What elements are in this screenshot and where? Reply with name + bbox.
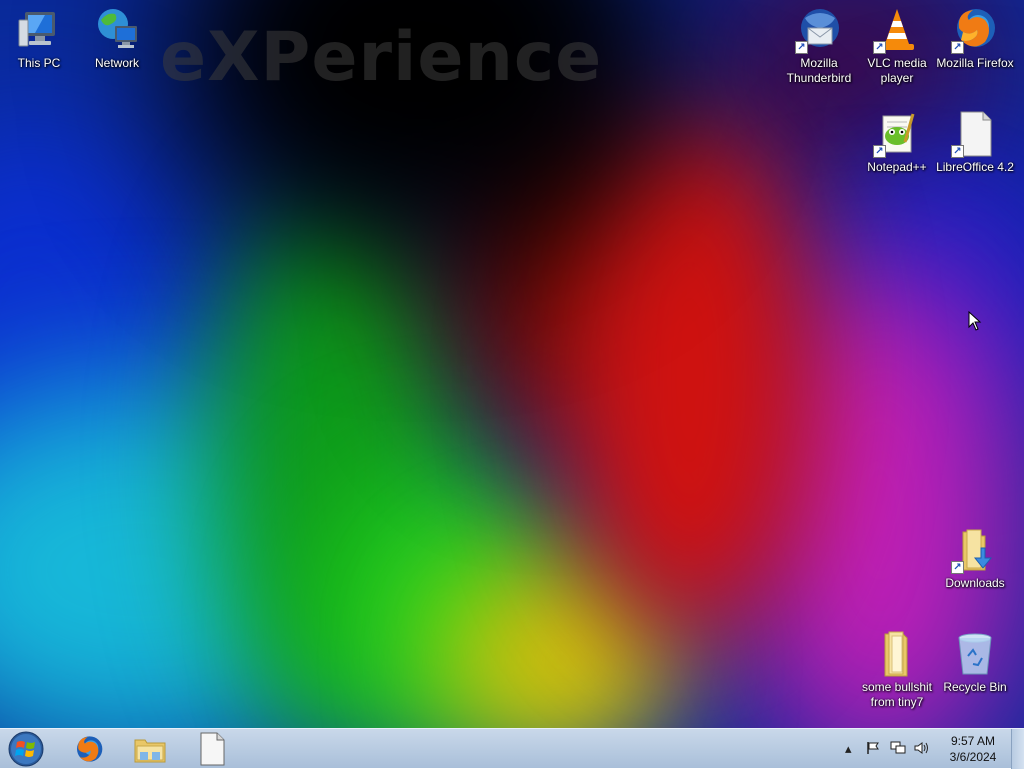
action-center-flag-icon[interactable] [866, 741, 880, 758]
network-tray-icon[interactable] [890, 741, 906, 758]
desktop-icon-downloads[interactable]: ↗ Downloads [936, 526, 1014, 591]
recycle-bin-icon [951, 630, 999, 678]
libreoffice-icon [200, 732, 225, 766]
taskbar: ▴ 9:57 AM 3/6/2024 [0, 728, 1024, 769]
desktop-icon-libreoffice[interactable]: ↗ LibreOffice 4.2 [936, 110, 1014, 175]
vlc-icon: ↗ [873, 6, 921, 54]
thunderbird-icon: ↗ [795, 6, 843, 54]
start-button[interactable] [6, 730, 46, 768]
shortcut-arrow-icon: ↗ [873, 41, 886, 54]
shortcut-arrow-icon: ↗ [951, 561, 964, 574]
firefox-icon: ↗ [951, 6, 999, 54]
firefox-icon [77, 736, 103, 762]
desktop-icon-this-pc[interactable]: This PC [0, 6, 78, 71]
libreoffice-icon: ↗ [951, 110, 999, 158]
taskbar-clock[interactable]: 9:57 AM 3/6/2024 [940, 733, 1006, 765]
shortcut-arrow-icon: ↗ [795, 41, 808, 54]
volume-icon[interactable] [914, 741, 930, 758]
folder-icon [873, 630, 921, 678]
shortcut-arrow-icon: ↗ [951, 145, 964, 158]
taskbar-libreoffice-button[interactable] [183, 731, 241, 767]
desktop-icon-folder-tiny7[interactable]: some bullshit from tiny7 [858, 630, 936, 710]
network-icon [93, 6, 141, 54]
wallpaper-watermark: eXPerience [160, 18, 603, 97]
show-desktop-button[interactable] [1011, 729, 1024, 769]
notepadpp-icon: ↗ [873, 110, 921, 158]
shortcut-arrow-icon: ↗ [951, 41, 964, 54]
desktop-icon-mozilla-firefox[interactable]: ↗ Mozilla Firefox [936, 6, 1014, 71]
desktop-icon-network[interactable]: Network [78, 6, 156, 71]
file-explorer-icon [134, 739, 166, 763]
desktop-icon-mozilla-thunderbird[interactable]: ↗ Mozilla Thunderbird [780, 6, 858, 86]
desktop-icon-recycle-bin[interactable]: Recycle Bin [936, 630, 1014, 695]
desktop-icon-vlc-media-player[interactable]: ↗ VLC media player [858, 6, 936, 86]
taskbar-file-explorer-button[interactable] [121, 731, 179, 767]
desktop: eXPerience This PC Network ↗ Mozilla Thu… [0, 0, 1024, 728]
clock-time: 9:57 AM [950, 734, 996, 748]
taskbar-firefox-button[interactable] [60, 731, 118, 767]
shortcut-arrow-icon: ↗ [873, 145, 886, 158]
show-hidden-icons-arrow[interactable]: ▴ [845, 741, 852, 757]
mouse-pointer-icon [968, 310, 982, 336]
computer-icon [15, 6, 63, 54]
desktop-icon-notepad-plus-plus[interactable]: ↗ Notepad++ [858, 110, 936, 175]
clock-date: 3/6/2024 [949, 750, 997, 764]
downloads-folder-icon: ↗ [951, 526, 999, 574]
windows-orb-icon [8, 731, 44, 767]
